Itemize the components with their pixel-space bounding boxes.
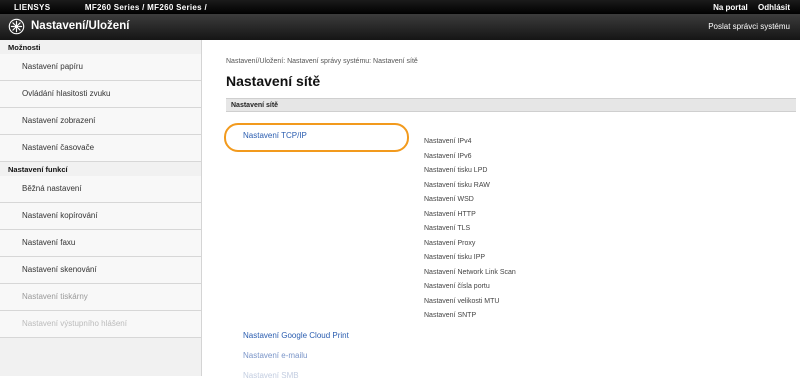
sublink-tls[interactable]: Nastavení TLS — [424, 222, 516, 237]
main-content: Nastavení/Uložení: Nastavení správy syst… — [212, 40, 800, 380]
sublink-lpd[interactable]: Nastavení tisku LPD — [424, 164, 516, 179]
breadcrumb: Nastavení/Uložení: Nastavení správy syst… — [226, 58, 418, 65]
page-header-title: Nastavení/Uložení — [31, 20, 130, 32]
sublink-proxy[interactable]: Nastavení Proxy — [424, 237, 516, 252]
settings-icon — [8, 18, 25, 35]
sublink-wsd[interactable]: Nastavení WSD — [424, 193, 516, 208]
send-to-admin-link[interactable]: Poslat správci systému — [708, 22, 790, 31]
sublink-sntp[interactable]: Nastavení SNTP — [424, 309, 516, 324]
sublink-network-link-scan[interactable]: Nastavení Network Link Scan — [424, 266, 516, 281]
sidebar-item-fax[interactable]: Nastavení faxu — [0, 230, 201, 257]
sidebar-item-display[interactable]: Nastavení zobrazení — [0, 108, 201, 135]
section-header: Nastavení sítě — [226, 98, 796, 112]
sublink-ipp[interactable]: Nastavení tisku IPP — [424, 251, 516, 266]
page-title: Nastavení sítě — [226, 73, 321, 89]
sublink-raw[interactable]: Nastavení tisku RAW — [424, 179, 516, 194]
sidebar: Možnosti Nastavení papíru Ovládání hlasi… — [0, 40, 202, 376]
tcpip-highlight-callout — [224, 123, 409, 152]
sidebar-section-functions: Nastavení funkcí — [0, 162, 201, 176]
logout-link[interactable]: Odhlásit — [758, 3, 790, 12]
top-bar-info: LIENSYS MF260 Series / MF260 Series / — [14, 3, 239, 12]
sidebar-section-options: Možnosti — [0, 40, 201, 54]
top-bar: LIENSYS MF260 Series / MF260 Series / Na… — [0, 0, 800, 14]
email-settings-link[interactable]: Nastavení e-mailu — [243, 351, 307, 360]
sidebar-item-timer[interactable]: Nastavení časovače — [0, 135, 201, 162]
sublink-ipv6[interactable]: Nastavení IPv6 — [424, 150, 516, 165]
tcpip-sublist: Nastavení IPv4 Nastavení IPv6 Nastavení … — [424, 135, 516, 324]
sublink-port-number[interactable]: Nastavení čísla portu — [424, 280, 516, 295]
sidebar-item-copy[interactable]: Nastavení kopírování — [0, 203, 201, 230]
sidebar-item-paper[interactable]: Nastavení papíru — [0, 54, 201, 81]
sidebar-item-common[interactable]: Běžná nastavení — [0, 176, 201, 203]
sublink-http[interactable]: Nastavení HTTP — [424, 208, 516, 223]
sublink-mtu[interactable]: Nastavení velikosti MTU — [424, 295, 516, 310]
google-cloud-print-link[interactable]: Nastavení Google Cloud Print — [243, 331, 349, 340]
portal-link[interactable]: Na portal — [713, 3, 748, 12]
sidebar-item-report[interactable]: Nastavení výstupního hlášení — [0, 311, 201, 338]
sidebar-item-volume[interactable]: Ovládání hlasitosti zvuku — [0, 81, 201, 108]
sidebar-item-printer[interactable]: Nastavení tiskárny — [0, 284, 201, 311]
title-bar: Nastavení/Uložení Poslat správci systému — [0, 14, 800, 40]
sidebar-item-scan[interactable]: Nastavení skenování — [0, 257, 201, 284]
sublink-ipv4[interactable]: Nastavení IPv4 — [424, 135, 516, 150]
top-bar-label: LIENSYS — [14, 3, 51, 12]
top-bar-device: MF260 Series / MF260 Series / — [84, 3, 207, 12]
